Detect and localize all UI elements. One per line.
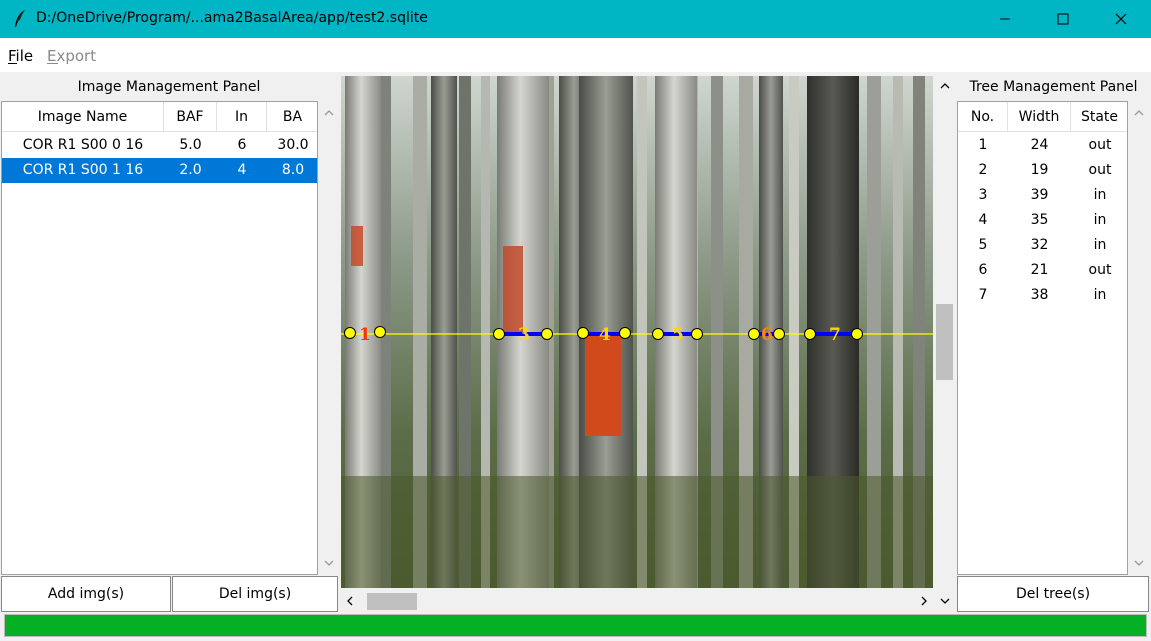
column-header-baf[interactable]: BAF <box>164 102 217 132</box>
baf-cell: 2.0 <box>179 162 202 178</box>
menu-bar: File Export <box>0 38 1151 72</box>
progress-fill <box>5 615 1146 636</box>
feather-icon <box>15 10 25 27</box>
tree-no-cell: 6 <box>978 262 988 278</box>
tree-list-scrollbar[interactable] <box>1129 101 1149 575</box>
maximize-button[interactable] <box>1034 0 1092 38</box>
scroll-down-icon[interactable] <box>320 555 337 572</box>
scroll-down-icon[interactable] <box>1130 555 1147 572</box>
tree-state-cell: in <box>1093 187 1107 203</box>
tree-marker-label: 6 <box>761 325 773 345</box>
tree-row[interactable]: 4 35 in <box>958 208 1127 233</box>
tree-no-cell: 4 <box>978 212 988 228</box>
tree-marker-label: 5 <box>672 325 684 345</box>
scroll-right-icon[interactable] <box>915 592 932 609</box>
tree-state-cell: out <box>1088 162 1112 178</box>
image-row[interactable]: COR R1 S00 0 16 5.0 6 30.0 <box>2 133 317 158</box>
ba-cell: 8.0 <box>281 162 305 178</box>
tree-no-cell: 3 <box>978 187 988 203</box>
minimize-button[interactable] <box>976 0 1034 38</box>
tree-row[interactable]: 2 19 out <box>958 158 1127 183</box>
tree-no-cell: 1 <box>978 137 988 153</box>
tree-width-cell: 38 <box>1030 287 1049 303</box>
ba-cell: 30.0 <box>277 137 309 153</box>
file-mnemonic-underline <box>8 63 17 64</box>
tree-no-cell: 7 <box>978 287 988 303</box>
tree-row[interactable]: 1 24 out <box>958 133 1127 158</box>
tree-width-cell: 21 <box>1030 262 1049 278</box>
in-cell: 4 <box>237 162 247 178</box>
image-name-cell: COR R1 S00 0 16 <box>22 137 144 153</box>
image-name-cell: COR R1 S00 1 16 <box>22 162 144 178</box>
tree-no-cell: 2 <box>978 162 988 178</box>
delete-images-button[interactable]: Del img(s) <box>172 576 338 612</box>
progress-bar <box>4 614 1147 637</box>
scroll-left-icon[interactable] <box>341 592 358 609</box>
scroll-down-icon[interactable] <box>936 593 953 610</box>
tree-row[interactable]: 7 38 in <box>958 283 1127 308</box>
tree-width-cell: 19 <box>1030 162 1049 178</box>
tree-row[interactable]: 5 32 in <box>958 233 1127 258</box>
column-header-width[interactable]: Width <box>1008 102 1071 132</box>
column-header-state[interactable]: State <box>1071 102 1127 132</box>
tree-width-cell: 35 <box>1030 212 1049 228</box>
column-header-in[interactable]: In <box>217 102 267 132</box>
image-list-scrollbar[interactable] <box>319 101 338 575</box>
tree-width-cell: 39 <box>1030 187 1049 203</box>
baf-cell: 5.0 <box>179 137 202 153</box>
window-title: D:/OneDrive/Program/...ama2BasalArea/app… <box>36 10 428 26</box>
delete-trees-button[interactable]: Del tree(s) <box>957 576 1149 612</box>
tree-marker-label: 1 <box>359 325 371 345</box>
scroll-up-icon[interactable] <box>320 104 337 121</box>
tree-width-cell: 24 <box>1030 137 1049 153</box>
tree-width-cell: 32 <box>1030 237 1049 253</box>
tree-state-cell: in <box>1093 237 1107 253</box>
image-row-selected[interactable]: COR R1 S00 1 16 2.0 4 8.0 <box>2 158 317 183</box>
forest-photo: 1 3 4 5 6 7 <box>341 76 933 588</box>
scroll-up-icon[interactable] <box>1130 104 1147 121</box>
tree-state-cell: out <box>1088 137 1112 153</box>
close-button[interactable] <box>1092 0 1150 38</box>
export-mnemonic-underline <box>47 63 58 64</box>
canvas-horizontal-scrollbar[interactable] <box>341 589 933 613</box>
close-icon <box>1115 13 1127 25</box>
horizontal-scroll-thumb[interactable] <box>367 593 417 610</box>
canvas-vertical-scrollbar[interactable] <box>934 76 955 612</box>
title-bar: D:/OneDrive/Program/...ama2BasalArea/app… <box>0 0 1151 38</box>
image-canvas[interactable]: 1 3 4 5 6 7 <box>341 76 933 588</box>
tree-state-cell: in <box>1093 212 1107 228</box>
tree-panel-label: Tree Management Panel <box>969 79 1138 95</box>
add-images-button[interactable]: Add img(s) <box>1 576 171 612</box>
tree-no-cell: 5 <box>978 237 988 253</box>
tree-list[interactable]: No. Width State 1 24 out 2 19 out 3 39 in 4 35 in 5 3… <box>957 101 1128 575</box>
image-panel-label: Image Management Panel <box>77 79 261 95</box>
scroll-up-icon[interactable] <box>936 77 953 94</box>
tree-row[interactable]: 6 21 out <box>958 258 1127 283</box>
column-header-ba[interactable]: BA <box>267 102 317 132</box>
tree-marker-label: 7 <box>829 325 841 345</box>
image-list[interactable]: Image Name BAF In BA COR R1 S00 0 16 5.0… <box>1 101 318 575</box>
tree-marker-label: 4 <box>599 325 611 345</box>
in-cell: 6 <box>237 137 247 153</box>
tree-state-cell: out <box>1088 262 1112 278</box>
vertical-scroll-thumb[interactable] <box>936 304 953 380</box>
maximize-icon <box>1057 13 1069 25</box>
column-header-image-name[interactable]: Image Name <box>2 102 164 132</box>
column-header-no[interactable]: No. <box>958 102 1008 132</box>
tree-marker-label: 3 <box>518 325 530 345</box>
tree-state-cell: in <box>1093 287 1107 303</box>
minimize-icon <box>1000 18 1010 20</box>
tree-row[interactable]: 3 39 in <box>958 183 1127 208</box>
